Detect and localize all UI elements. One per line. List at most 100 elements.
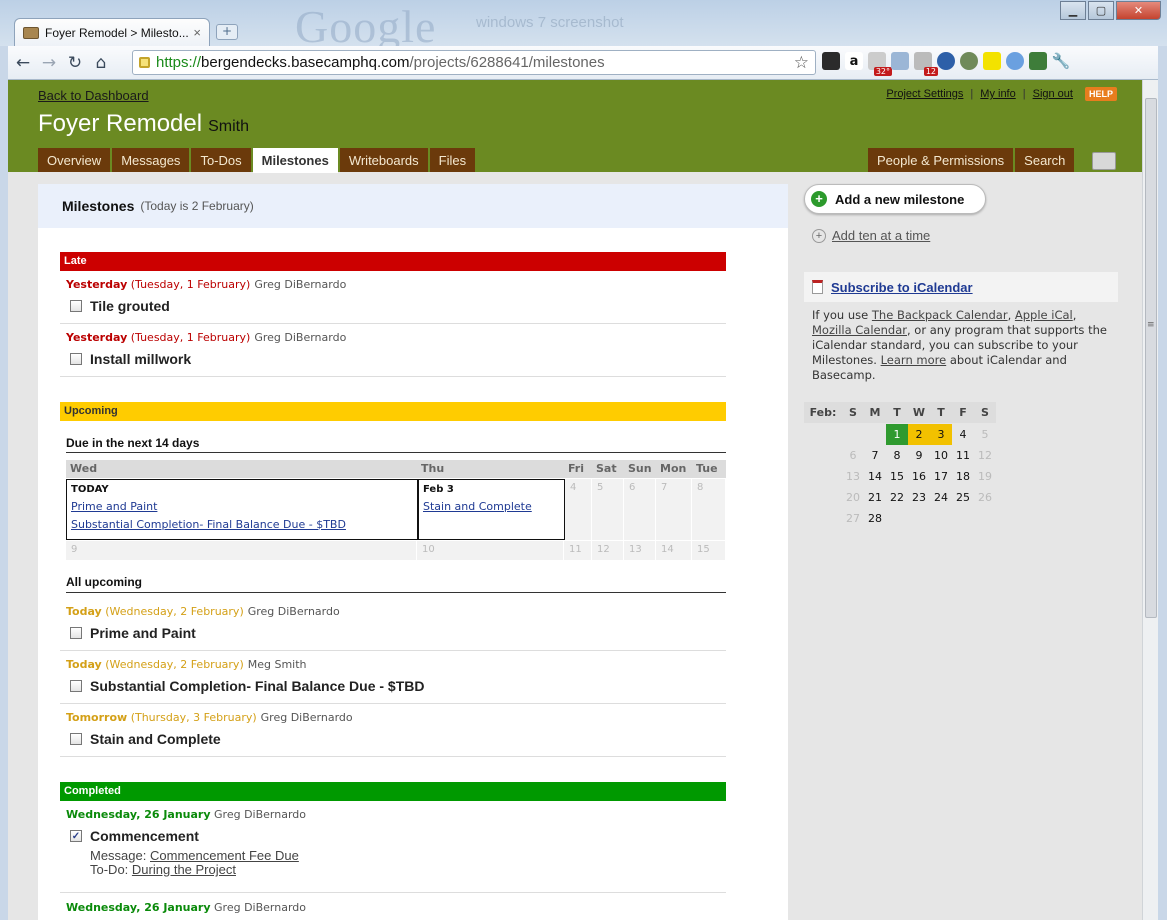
mini-cal-day[interactable]: 9 [908,445,930,466]
mini-cal-day[interactable]: 14 [864,466,886,487]
tab-messages[interactable]: Messages [112,148,190,172]
mail-checker-icon[interactable]: 12 [914,52,938,76]
mini-cal-day[interactable]: 25 [952,487,974,508]
mini-cal-day[interactable]: 27 [842,508,864,529]
add-ten-link[interactable]: Add ten at a time [832,228,930,243]
search-extension-icon[interactable] [1006,52,1024,70]
mini-cal-day[interactable]: 24 [930,487,952,508]
mini-cal-day[interactable]: 5 [974,424,996,445]
wrench-icon[interactable]: 🔧 [1052,52,1071,70]
mini-cal-day[interactable]: 19 [974,466,996,487]
evernote-icon[interactable] [1029,52,1047,70]
tab-writeboards[interactable]: Writeboards [339,148,428,172]
back-arrow-icon[interactable]: ← [10,50,36,76]
amazon-icon[interactable]: a [845,52,863,70]
back-to-dashboard-link[interactable]: Back to Dashboard [38,88,149,103]
mini-cal-day[interactable]: 22 [886,487,908,508]
tab-close-icon[interactable]: × [193,25,201,40]
milestone-checkbox[interactable] [70,353,82,365]
mini-cal-day[interactable]: 28 [864,508,886,529]
minimize-button[interactable]: ▁ [1060,1,1086,20]
mini-cal-month: Feb: [804,402,842,423]
mini-cal-day[interactable]: 10 [930,445,952,466]
mini-cal-day[interactable]: 26 [974,487,996,508]
milestone-item[interactable]: Tile grouted [70,298,170,314]
tab-search[interactable]: Search [1015,148,1075,172]
milestone-item[interactable]: Install millwork [70,351,191,367]
mini-cal-day[interactable]: 4 [952,424,974,445]
tab-files[interactable]: Files [429,148,476,172]
message-link[interactable]: Commencement Fee Due [150,848,299,863]
mini-cal-day[interactable]: 12 [974,445,996,466]
apple-ical-link[interactable]: Apple iCal [1015,308,1073,322]
reload-icon[interactable]: ↻ [62,50,88,76]
help-button[interactable]: HELP [1084,87,1117,101]
tab-people-permissions[interactable]: People & Permissions [868,148,1014,172]
project-settings-link[interactable]: Project Settings [886,88,963,100]
mozilla-calendar-link[interactable]: Mozilla Calendar [812,323,907,337]
calendar-extension-icon[interactable]: 32° [868,52,892,76]
backpack-calendar-link[interactable]: The Backpack Calendar [872,308,1008,322]
vertical-scrollbar[interactable]: ≡ [1142,80,1158,920]
address-bar[interactable]: https:// bergendecks.basecamphq.com /pro… [132,50,816,75]
new-tab-button[interactable]: + [216,24,238,40]
ical-description: If you use The Backpack Calendar, Apple … [812,308,1107,382]
milestone-item[interactable]: Stain and Complete [70,731,221,747]
divider [60,650,726,651]
my-info-link[interactable]: My info [980,88,1015,100]
forward-arrow-icon[interactable]: → [36,50,62,76]
browser-tab[interactable]: Foyer Remodel > Milesto... × [14,18,210,46]
bookmark-star-icon[interactable]: ☆ [794,53,809,73]
learn-more-link[interactable]: Learn more [881,353,947,367]
tab-overview[interactable]: Overview [38,148,111,172]
mini-cal-day-header: M [864,402,886,423]
milestone-item[interactable]: Substantial Completion- Final Balance Du… [70,678,424,694]
skype-icon[interactable] [937,52,955,70]
printer-icon[interactable] [1092,152,1116,170]
home-icon[interactable]: ⌂ [88,50,114,76]
ie-tab-icon[interactable] [891,52,909,70]
cal-day-cell: 7 [656,479,692,540]
add-milestone-button[interactable]: + Add a new milestone [804,184,986,214]
mini-cal-day[interactable]: 3 [930,424,952,445]
cal-milestone-link[interactable]: Stain and Complete [423,500,560,513]
milestone-checkbox-checked[interactable]: ✓ [70,830,82,842]
cal-milestone-link[interactable]: Prime and Paint [71,500,413,513]
mini-cal-day[interactable]: 21 [864,487,886,508]
mini-cal-day[interactable]: 11 [952,445,974,466]
milestone-item[interactable]: Prime and Paint [70,625,196,641]
tab-todos[interactable]: To-Dos [191,148,251,172]
phone-extension-icon[interactable] [822,52,840,70]
milestone-checkbox[interactable] [70,680,82,692]
project-tabs: Overview Messages To-Dos Milestones Writ… [38,148,476,173]
ical-subscribe-bar: Subscribe to iCalendar [804,272,1118,302]
mini-cal-day[interactable]: 2 [908,424,930,445]
scroll-grip-icon: ≡ [1147,320,1155,330]
cal-today-label: TODAY [71,484,109,495]
mini-cal-day[interactable]: 23 [908,487,930,508]
mini-cal-day[interactable]: 20 [842,487,864,508]
mini-cal-day[interactable]: 1 [886,424,908,445]
close-window-button[interactable]: ✕ [1116,1,1161,20]
maximize-button[interactable]: ▢ [1088,1,1114,20]
milestone-checkbox[interactable] [70,300,82,312]
todo-link[interactable]: During the Project [132,862,236,877]
mini-cal-day[interactable]: 13 [842,466,864,487]
milestone-checkbox[interactable] [70,733,82,745]
milestone-checkbox[interactable] [70,627,82,639]
mini-cal-day[interactable]: 16 [908,466,930,487]
sticky-note-icon[interactable] [983,52,1001,70]
mini-cal-day[interactable]: 8 [886,445,908,466]
mini-cal-day[interactable]: 15 [886,466,908,487]
milestone-item[interactable]: ✓ Commencement [70,828,199,844]
sign-out-link[interactable]: Sign out [1033,88,1073,100]
mini-cal-day[interactable]: 18 [952,466,974,487]
mini-cal-day[interactable]: 7 [864,445,886,466]
subscribe-ical-link[interactable]: Subscribe to iCalendar [831,280,973,295]
mini-cal-day[interactable]: 17 [930,466,952,487]
scrollbar-thumb[interactable] [1145,98,1157,618]
mini-cal-day[interactable]: 6 [842,445,864,466]
cal-milestone-link[interactable]: Substantial Completion- Final Balance Du… [71,518,413,531]
tab-milestones[interactable]: Milestones [252,148,338,173]
globe-extension-icon[interactable] [960,52,978,70]
